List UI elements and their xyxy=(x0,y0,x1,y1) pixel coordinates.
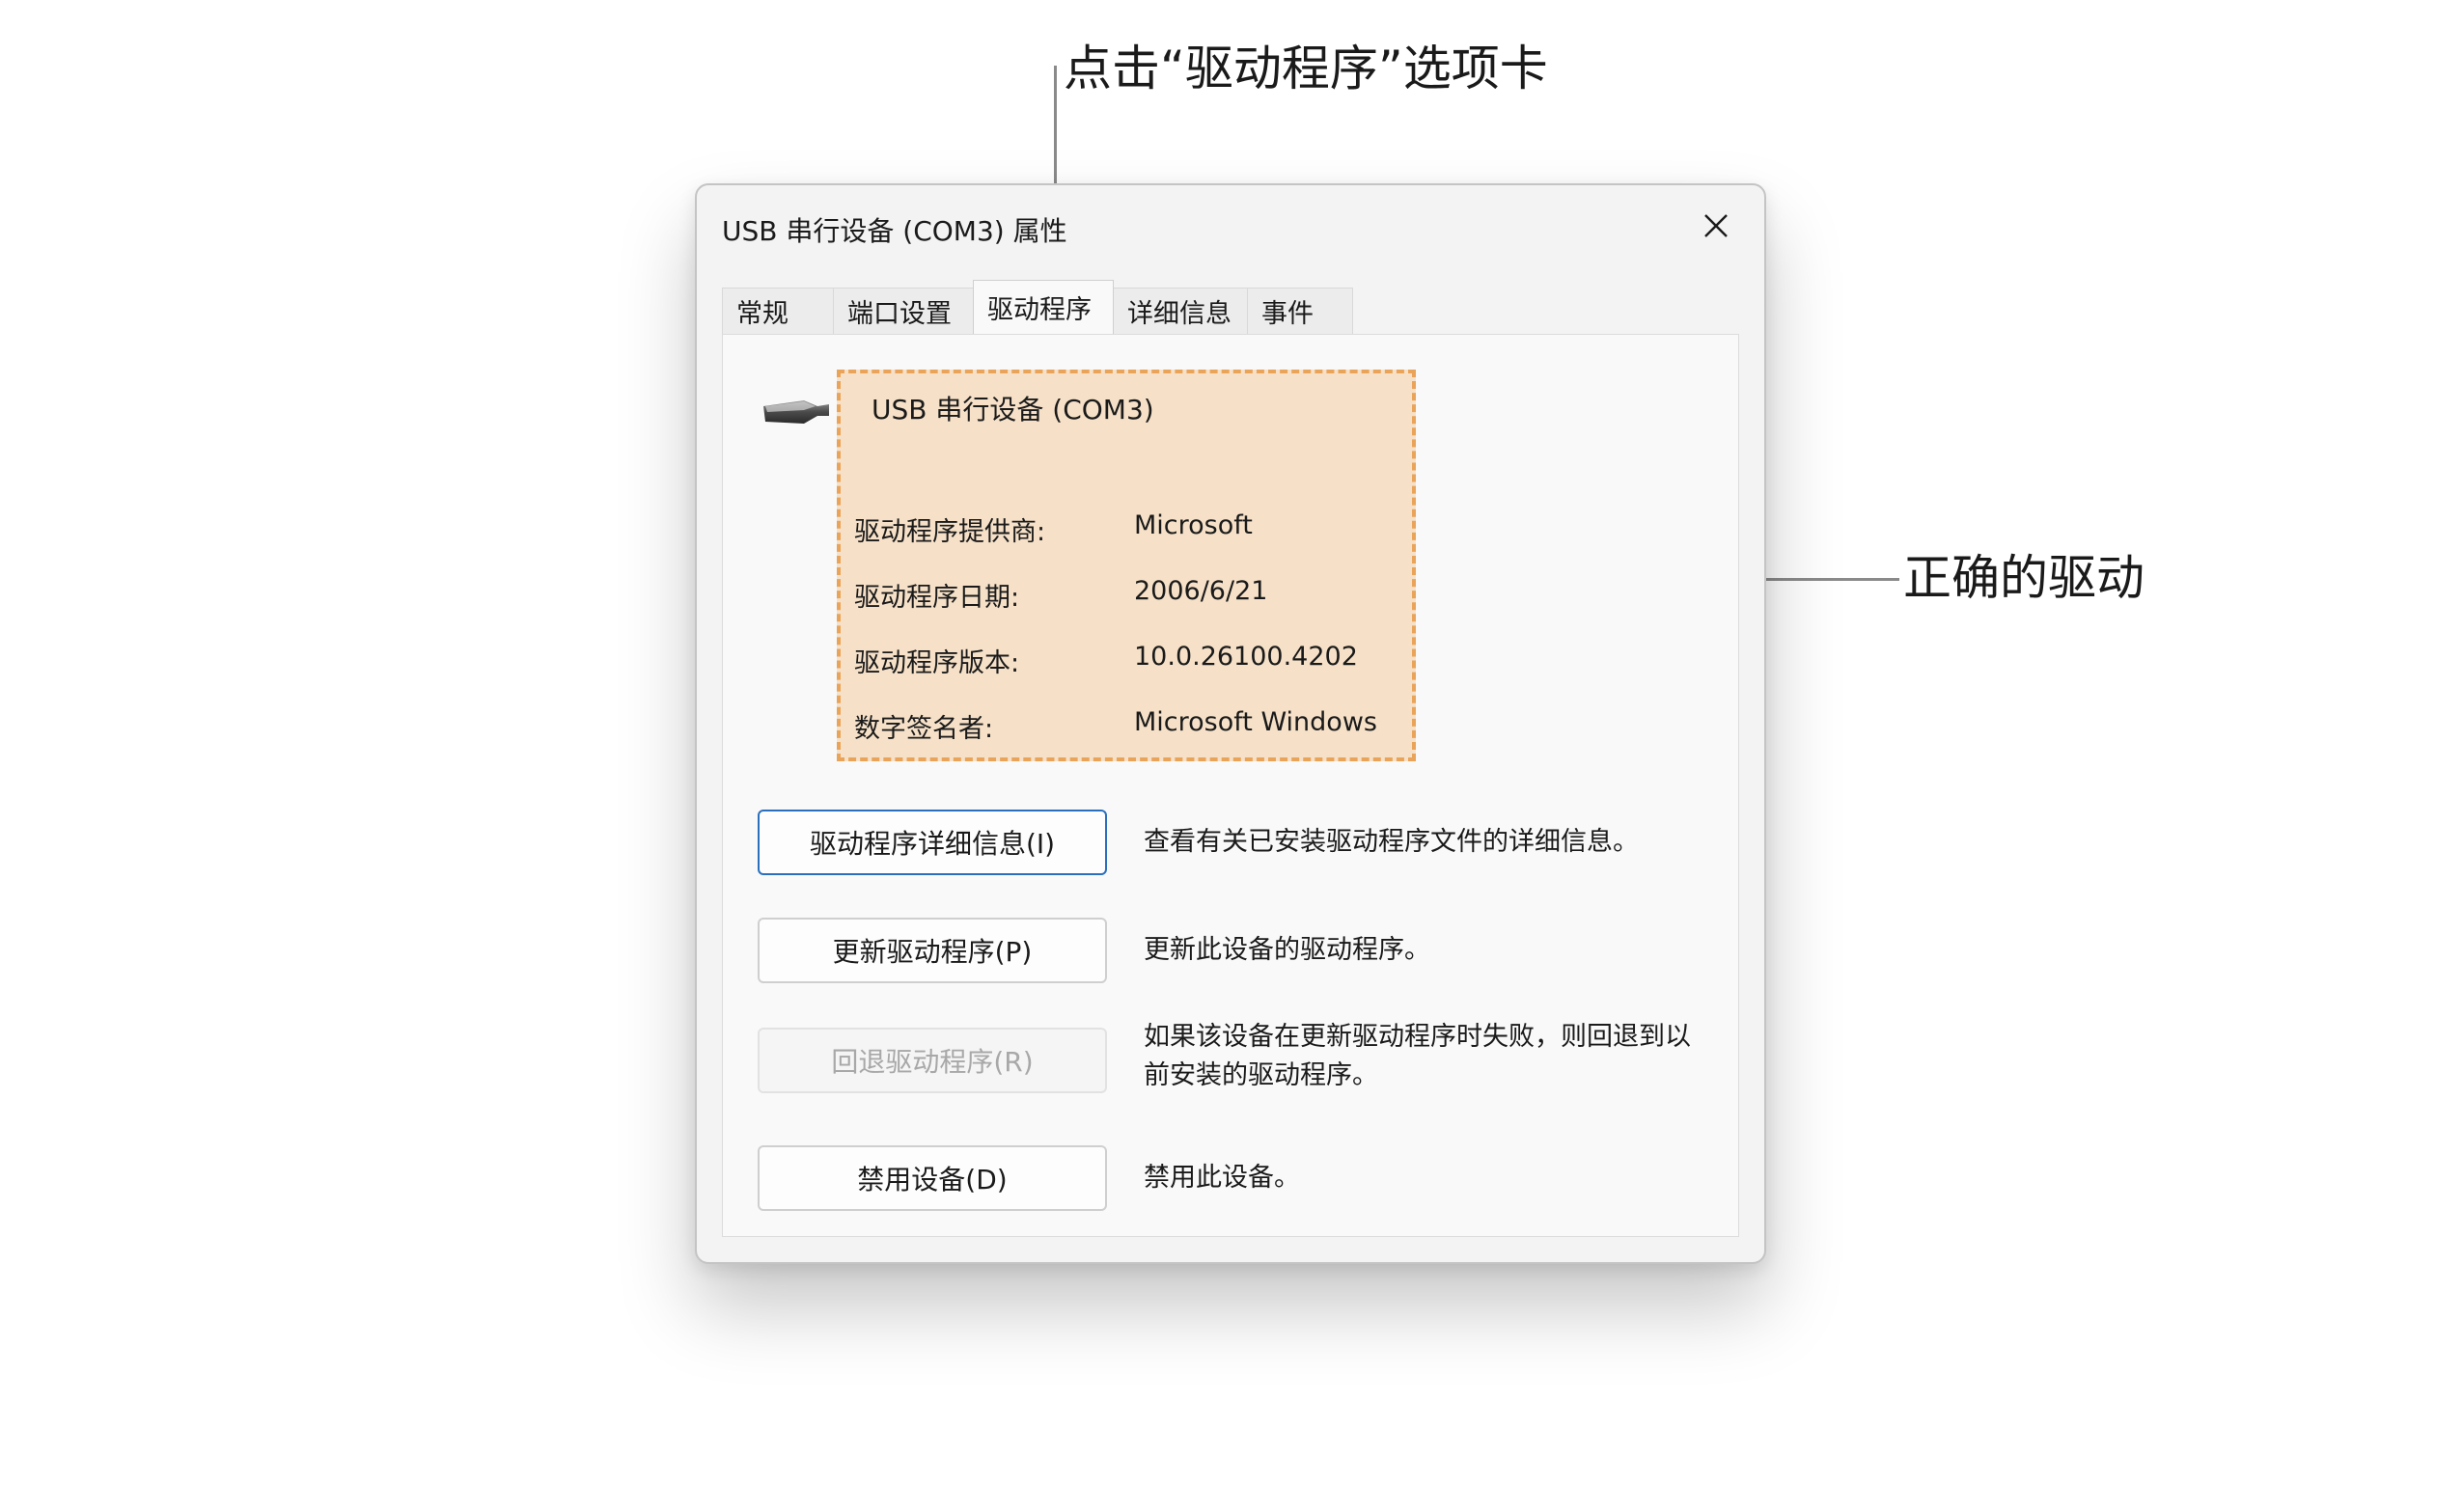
properties-dialog: USB 串行设备 (COM3) 属性 常规 端口设置 驱动程序 详细信息 事件 xyxy=(695,183,1766,1264)
driver-date-value: 2006/6/21 xyxy=(1134,576,1268,606)
digital-signer-value: Microsoft Windows xyxy=(1134,707,1377,737)
driver-details-description: 查看有关已安装驱动程序文件的详细信息。 xyxy=(1144,827,1639,857)
roll-back-driver-description: 如果该设备在更新驱动程序时失败，则回退到以前安装的驱动程序。 xyxy=(1144,1022,1691,1090)
driver-details-button[interactable]: 驱动程序详细信息(I) xyxy=(758,810,1107,875)
device-name: USB 串行设备 (COM3) xyxy=(872,394,1154,426)
callout-driver-hint: 正确的驱动 xyxy=(1903,550,2145,606)
screenshot-stage: 点击“驱动程序”选项卡 正确的驱动 USB 串行设备 (COM3) 属性 常规 … xyxy=(0,0,2463,1512)
driver-tab-panel: USB 串行设备 (COM3) 驱动程序提供商: Microsoft 驱动程序日… xyxy=(722,334,1739,1237)
driver-info-highlight: USB 串行设备 (COM3) 驱动程序提供商: Microsoft 驱动程序日… xyxy=(837,370,1416,761)
tab-details[interactable]: 详细信息 xyxy=(1113,288,1248,334)
disable-device-button[interactable]: 禁用设备(D) xyxy=(758,1145,1107,1211)
dialog-title: USB 串行设备 (COM3) 属性 xyxy=(722,215,1067,247)
driver-date-label: 驱动程序日期: xyxy=(854,583,1020,613)
update-driver-button[interactable]: 更新驱动程序(P) xyxy=(758,918,1107,983)
digital-signer-label: 数字签名者: xyxy=(854,714,994,744)
roll-back-driver-button[interactable]: 回退驱动程序(R) xyxy=(758,1028,1107,1093)
driver-version-label: 驱动程序版本: xyxy=(854,648,1020,678)
driver-version-value: 10.0.26100.4202 xyxy=(1134,642,1358,672)
close-button[interactable] xyxy=(1693,203,1739,249)
driver-provider-value: Microsoft xyxy=(1134,510,1253,540)
callout-tab-hint: 点击“驱动程序”选项卡 xyxy=(1064,41,1548,96)
tab-bar: 常规 端口设置 驱动程序 详细信息 事件 xyxy=(722,280,1353,334)
close-icon xyxy=(1704,214,1728,237)
usb-plug-icon xyxy=(763,400,829,424)
tab-port-settings[interactable]: 端口设置 xyxy=(833,288,974,334)
tab-general[interactable]: 常规 xyxy=(722,288,834,334)
disable-device-description: 禁用此设备。 xyxy=(1144,1163,1300,1193)
driver-provider-label: 驱动程序提供商: xyxy=(854,517,1046,547)
update-driver-description: 更新此设备的驱动程序。 xyxy=(1144,935,1430,965)
tab-events[interactable]: 事件 xyxy=(1247,288,1353,334)
tab-driver[interactable]: 驱动程序 xyxy=(973,280,1114,334)
